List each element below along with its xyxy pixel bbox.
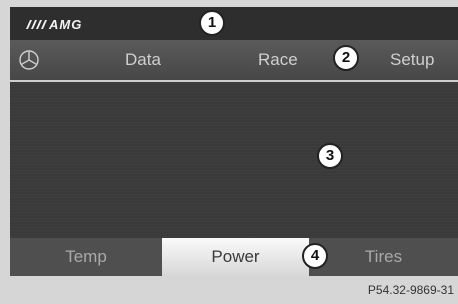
bottom-tab-bar: Temp Power Tires: [10, 238, 458, 276]
header-bar: AMG: [10, 7, 458, 40]
mercedes-star-icon[interactable]: [18, 49, 40, 71]
main-display-area: [10, 82, 458, 238]
callout-4: 4: [302, 243, 328, 269]
callout-3: 3: [317, 143, 343, 169]
tab-temp[interactable]: Temp: [10, 238, 162, 276]
menu-item-setup[interactable]: Setup: [390, 40, 434, 80]
amg-logo-text: AMG: [48, 17, 82, 31]
menu-item-data[interactable]: Data: [125, 40, 161, 80]
display-screen: AMG Data Race Setup Temp Power Tires: [10, 7, 458, 276]
callout-1: 1: [199, 10, 225, 36]
main-menu-bar: Data Race Setup: [10, 40, 458, 82]
amg-logo: AMG: [26, 17, 82, 31]
callout-2: 2: [333, 45, 359, 71]
figure-reference: P54.32-9869-31: [367, 283, 454, 297]
tab-power[interactable]: Power: [162, 238, 309, 276]
tab-tires[interactable]: Tires: [309, 238, 458, 276]
menu-item-race[interactable]: Race: [258, 40, 298, 80]
